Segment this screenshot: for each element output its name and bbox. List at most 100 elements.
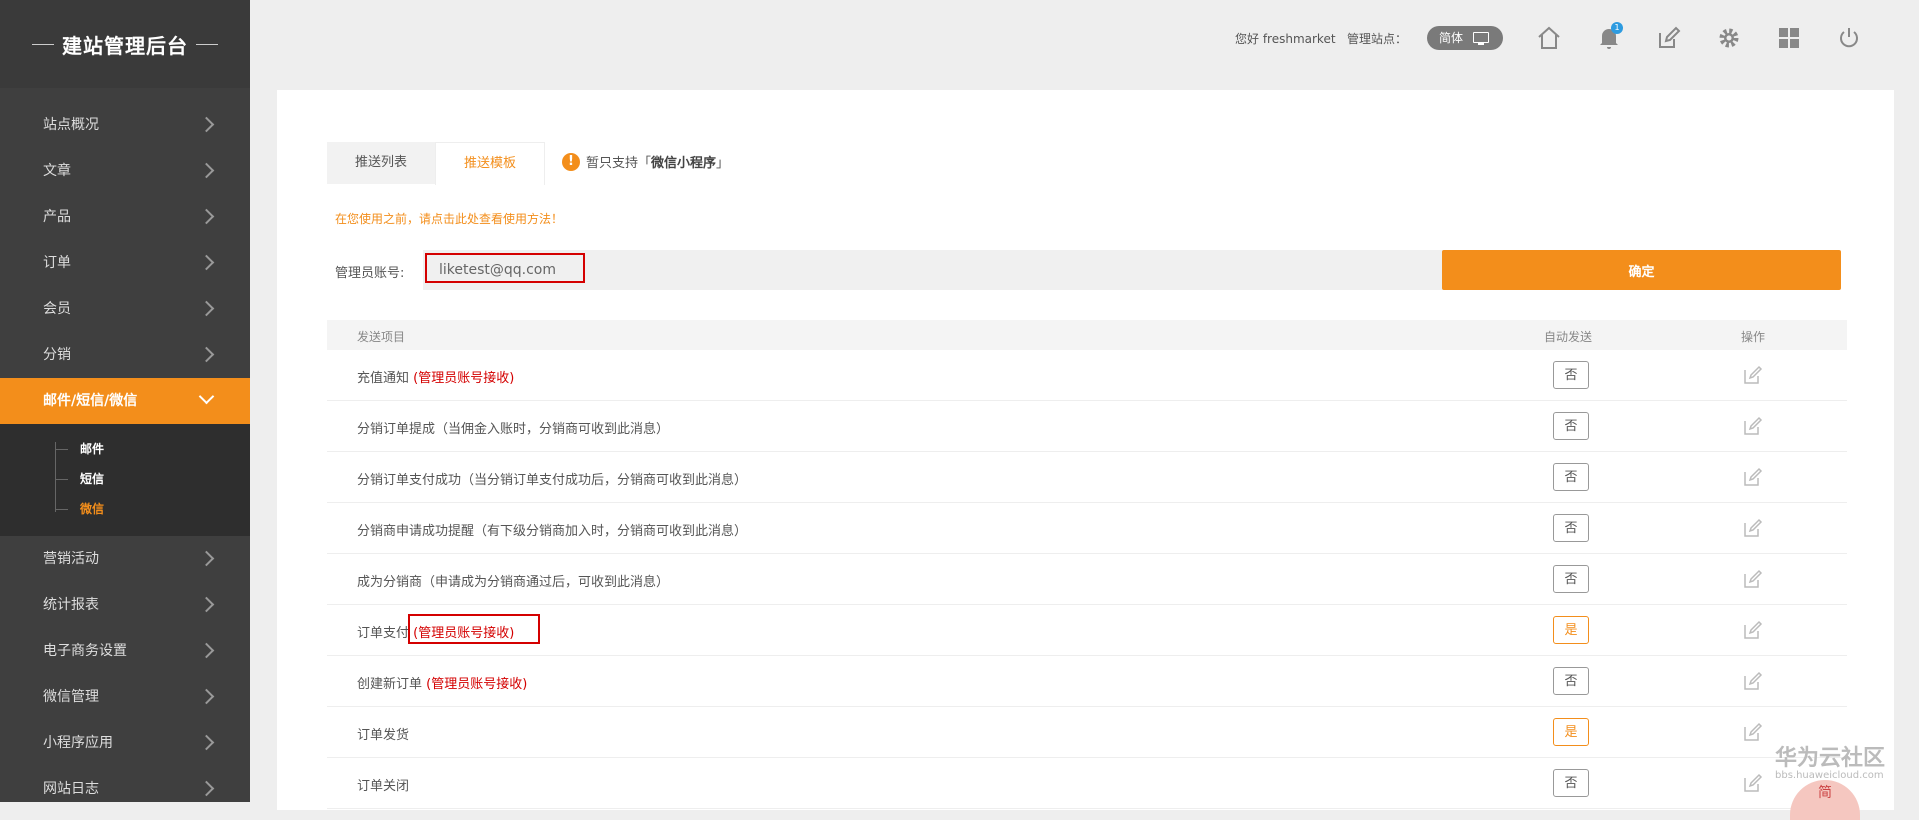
support-notice: ! 暂只支持「 微信小程序」 <box>562 152 729 171</box>
row-name: 分销商申请成功提醒（有下级分销商加入时，分销商可收到此消息） <box>357 520 747 539</box>
auto-send-toggle[interactable]: 否 <box>1553 412 1589 440</box>
notice-suffix: 」 <box>716 156 730 171</box>
sidebar-item-members[interactable]: 会员 <box>0 286 250 332</box>
auto-send-toggle[interactable]: 是 <box>1553 616 1589 644</box>
sidebar-item-products[interactable]: 产品 <box>0 194 250 240</box>
site-label: 管理站点： <box>1347 32 1408 46</box>
language-label: 简体 <box>1439 31 1464 45</box>
row-title: 分销订单支付成功（当分销订单支付成功后，分销商可收到此消息） <box>357 473 748 488</box>
table-row: 创建新订单 (管理员账号接收) 否 <box>327 656 1847 707</box>
chevron-right-icon <box>198 596 215 613</box>
table-header: 发送项目 自动发送 操作 <box>327 320 1847 350</box>
row-name: 订单关闭 <box>357 775 409 794</box>
auto-send-toggle[interactable]: 否 <box>1553 769 1589 797</box>
subnav-item-wechat[interactable]: 微信 <box>0 494 250 524</box>
chevron-right-icon <box>198 162 215 179</box>
brand-dash-right <box>196 43 218 45</box>
chevron-right-icon <box>198 550 215 567</box>
chevron-right-icon <box>198 688 215 705</box>
auto-send-toggle[interactable]: 否 <box>1553 361 1589 389</box>
chevron-right-icon <box>198 300 215 317</box>
watermark-title: 华为云社区 <box>1775 746 1886 771</box>
header-auto-send: 自动发送 <box>1544 330 1593 344</box>
table-row: 订单发货 是 <box>327 707 1847 758</box>
edit-icon[interactable] <box>1743 467 1763 487</box>
table-row: 成为分销商（申请成为分销商通过后，可收到此消息） 否 <box>327 554 1847 605</box>
edit-icon[interactable] <box>1743 569 1763 589</box>
row-title: 创建新订单 <box>357 677 423 692</box>
sidebar-item-label: 站点概况 <box>43 117 99 133</box>
sidebar-item-label: 会员 <box>43 301 71 317</box>
row-title: 订单关闭 <box>357 779 410 794</box>
sidebar-item-logs[interactable]: 网站日志 <box>0 766 250 812</box>
auto-send-toggle[interactable]: 是 <box>1553 718 1589 746</box>
sidebar-item-overview[interactable]: 站点概况 <box>0 102 250 148</box>
admin-account-input[interactable] <box>423 250 1468 290</box>
edit-icon[interactable] <box>1743 416 1763 436</box>
sidebar-item-ecommerce[interactable]: 电子商务设置 <box>0 628 250 674</box>
edit-icon[interactable] <box>1656 25 1682 51</box>
sidebar-item-miniapp[interactable]: 小程序应用 <box>0 720 250 766</box>
chevron-right-icon <box>198 780 215 797</box>
edit-icon[interactable] <box>1743 773 1763 793</box>
notice-platform: 微信小程序 <box>651 156 717 171</box>
table-row: 分销商申请成功提醒（有下级分销商加入时，分销商可收到此消息） 否 <box>327 503 1847 554</box>
confirm-button[interactable]: 确定 <box>1442 250 1841 290</box>
sidebar-item-label: 邮件/短信/微信 <box>43 393 138 409</box>
sidebar-item-stats[interactable]: 统计报表 <box>0 582 250 628</box>
sidebar-item-articles[interactable]: 文章 <box>0 148 250 194</box>
sidebar-item-distribution[interactable]: 分销 <box>0 332 250 378</box>
edit-icon[interactable] <box>1743 365 1763 385</box>
auto-send-toggle[interactable]: 否 <box>1553 667 1589 695</box>
grid-icon[interactable] <box>1776 25 1802 51</box>
tab-push-list[interactable]: 推送列表 <box>327 142 435 184</box>
monitor-icon <box>1473 32 1489 45</box>
sidebar-subnav: 邮件 短信 微信 <box>0 424 250 536</box>
gear-icon[interactable] <box>1716 25 1742 51</box>
brand-dash-left <box>32 43 54 45</box>
chevron-down-icon <box>198 388 215 405</box>
table-row: 分销订单支付成功（当分销订单支付成功后，分销商可收到此消息） 否 <box>327 452 1847 503</box>
row-title: 订单支付 <box>357 626 410 641</box>
notification-badge: 1 <box>1611 22 1623 34</box>
table-row: 订单支付 (管理员账号接收) 是 <box>327 605 1847 656</box>
sidebar-item-label: 产品 <box>43 209 71 225</box>
sidebar-item-messaging[interactable]: 邮件/短信/微信 <box>0 378 250 424</box>
row-note: (管理员账号接收) <box>413 371 515 386</box>
sidebar-item-orders[interactable]: 订单 <box>0 240 250 286</box>
edit-icon[interactable] <box>1743 518 1763 538</box>
table-row: 充值通知 (管理员账号接收) 否 <box>327 350 1847 401</box>
power-icon[interactable] <box>1836 25 1862 51</box>
sidebar-item-wechat-mgmt[interactable]: 微信管理 <box>0 674 250 720</box>
sidebar-item-label: 微信管理 <box>43 689 99 705</box>
auto-send-toggle[interactable]: 否 <box>1553 565 1589 593</box>
sidebar-item-label: 统计报表 <box>43 597 99 613</box>
usage-tip-link[interactable]: 在您使用之前，请点击此处查看使用方法！ <box>335 210 563 227</box>
user-greeting: 您好 freshmarket <box>1235 32 1336 46</box>
notice-prefix: 暂只支持「 <box>586 156 652 171</box>
chevron-right-icon <box>198 642 215 659</box>
auto-send-toggle[interactable]: 否 <box>1553 463 1589 491</box>
edit-icon[interactable] <box>1743 671 1763 691</box>
sidebar-item-label: 营销活动 <box>43 551 99 567</box>
warning-icon: ! <box>562 152 580 171</box>
sidebar: 建站管理后台 站点概况 文章 产品 订单 会员 分销 邮件/短信/微信 邮件 短… <box>0 0 250 802</box>
header-action: 操作 <box>1741 330 1766 344</box>
subnav-item-email[interactable]: 邮件 <box>0 434 250 464</box>
language-switch[interactable]: 简体 <box>1427 26 1503 50</box>
subnav-item-sms[interactable]: 短信 <box>0 464 250 494</box>
brand-title: 建站管理后台 <box>0 0 250 88</box>
sidebar-nav-lower: 营销活动 统计报表 电子商务设置 微信管理 小程序应用 网站日志 <box>0 536 250 812</box>
auto-send-toggle[interactable]: 否 <box>1553 514 1589 542</box>
sidebar-item-label: 网站日志 <box>43 781 99 797</box>
row-name: 分销订单支付成功（当分销订单支付成功后，分销商可收到此消息） <box>357 469 747 488</box>
home-icon[interactable] <box>1536 25 1562 51</box>
edit-icon[interactable] <box>1743 620 1763 640</box>
edit-icon[interactable] <box>1743 722 1763 742</box>
notification-button[interactable]: 1 <box>1596 22 1623 51</box>
sidebar-item-marketing[interactable]: 营销活动 <box>0 536 250 582</box>
tab-push-template[interactable]: 推送模板 <box>435 142 545 185</box>
sidebar-item-label: 小程序应用 <box>43 735 113 751</box>
chevron-right-icon <box>198 208 215 225</box>
chevron-right-icon <box>198 346 215 363</box>
